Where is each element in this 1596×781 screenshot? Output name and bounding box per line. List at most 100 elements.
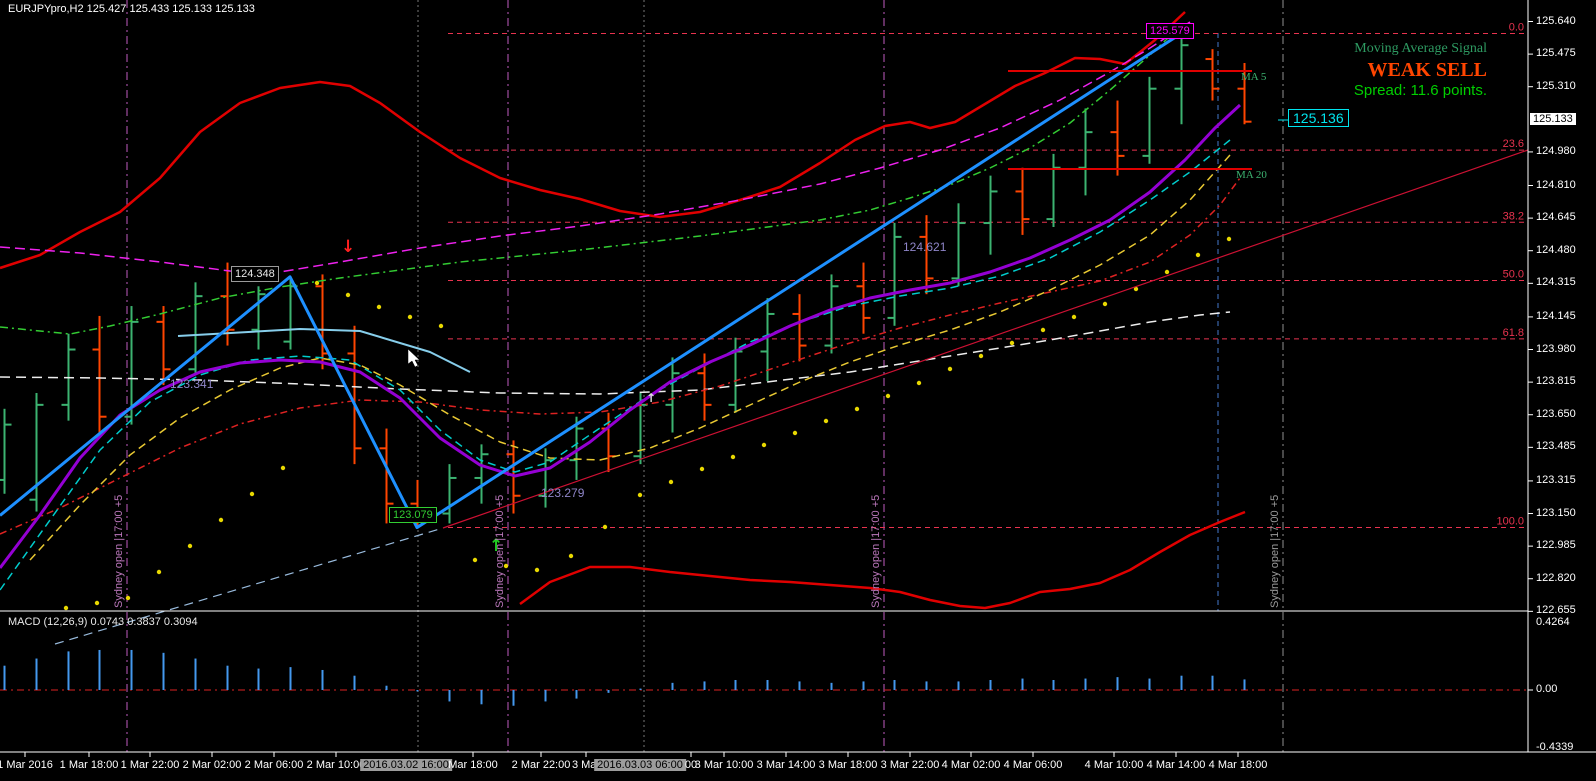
sell-arrow: ↓ xyxy=(341,237,355,257)
fib-label-100.0: 100.0 xyxy=(1496,516,1524,528)
psar-dot xyxy=(408,315,412,319)
current-price-box: 125.136 xyxy=(1288,109,1349,127)
psar-dot xyxy=(1103,302,1107,306)
time-axis-label: 4 Mar 06:00 xyxy=(1004,759,1063,771)
ma5-label: MA 5 xyxy=(1241,71,1266,83)
psar-dot xyxy=(855,407,859,411)
psar-dot xyxy=(731,455,735,459)
psar-dot xyxy=(1041,328,1045,332)
psar-dot xyxy=(377,305,381,309)
fib-label-23.6: 23.6 xyxy=(1503,138,1524,150)
psar-dot xyxy=(219,518,223,522)
psar-dot xyxy=(917,381,921,385)
bollinger-lower xyxy=(520,512,1245,608)
psar-dot xyxy=(824,419,828,423)
psar-dot xyxy=(948,367,952,371)
time-axis-label: 2 Mar 10:00 xyxy=(307,759,366,771)
time-axis-anchor-label: 2016.03.02 16:00 xyxy=(360,759,452,771)
psar-dot xyxy=(569,554,573,558)
price-axis-label: 123.485 xyxy=(1536,440,1576,452)
price-axis-label: 123.150 xyxy=(1536,507,1576,519)
time-axis-label: 3 Mar 14:00 xyxy=(757,759,816,771)
time-axis-label: 2 Mar 02:00 xyxy=(183,759,242,771)
price-axis-current-label: 125.133 xyxy=(1530,113,1576,125)
ma-magenta xyxy=(0,22,1190,272)
psar-dot xyxy=(762,443,766,447)
psar-dot xyxy=(700,467,704,471)
psar-dot xyxy=(1227,237,1231,241)
time-axis-label: 4 Mar 10:00 xyxy=(1085,759,1144,771)
zigzag-peak-label: 124.348 xyxy=(231,266,279,282)
price-axis-label: 125.310 xyxy=(1536,80,1576,92)
zigzag-high-label: 125.579 xyxy=(1146,23,1194,39)
trading-chart-window: { "window": { "title": "EURJPYpro,H2 125… xyxy=(0,0,1596,781)
time-axis-label: Mar 18:00 xyxy=(448,759,498,771)
time-axis-label: 4 Mar 02:00 xyxy=(942,759,1001,771)
macd-axis-zero: 0.00 xyxy=(1536,683,1557,695)
psar-dot xyxy=(979,354,983,358)
psar-dot xyxy=(188,544,192,548)
psar-dot xyxy=(95,601,99,605)
psar-dot xyxy=(1010,341,1014,345)
price-text-124621: 124.621 xyxy=(903,240,946,254)
macd-axis-bottom: -0.4339 xyxy=(1536,741,1573,753)
psar-dot xyxy=(473,558,477,562)
price-axis-label: 123.650 xyxy=(1536,408,1576,420)
ma-yellow xyxy=(30,155,1230,560)
fib-label-0.0: 0.0 xyxy=(1509,22,1524,34)
ma-green xyxy=(0,22,1185,334)
price-axis-label: 122.985 xyxy=(1536,539,1576,551)
sydney-open-label-1: Sydney open |17:00 +5 xyxy=(494,495,506,608)
macd-indicator-label: MACD (12,26,9) 0.0743 0.3837 0.3094 xyxy=(8,616,198,628)
price-text-123279: 123.279 xyxy=(541,486,584,500)
time-axis-label: 3 Mar 10:00 xyxy=(695,759,754,771)
signal-panel-spread: Spread: 11.6 points. xyxy=(1354,82,1487,99)
time-axis-label: 1 Mar 18:00 xyxy=(60,759,119,771)
sydney-open-label-2: Sydney open |17:00 +5 xyxy=(870,495,882,608)
time-axis-label: 1 Mar 22:00 xyxy=(121,759,180,771)
time-axis-label: 4 Mar 14:00 xyxy=(1147,759,1206,771)
price-axis-label: 123.980 xyxy=(1536,343,1576,355)
price-axis-label: 124.810 xyxy=(1536,179,1576,191)
time-axis-label: 4 Mar 18:00 xyxy=(1209,759,1268,771)
price-axis-label: 124.315 xyxy=(1536,276,1576,288)
psar-dot xyxy=(603,525,607,529)
psar-dot xyxy=(64,606,68,610)
psar-dot xyxy=(281,466,285,470)
time-axis-label: 1 Mar 2016 xyxy=(0,759,53,771)
chart-canvas[interactable]: 0.023.638.250.061.8100.0↓↑↑ xyxy=(0,0,1596,781)
bollinger-upper xyxy=(0,12,1185,268)
window-title: EURJPYpro,H2 125.427 125.433 125.133 125… xyxy=(8,3,255,15)
fib-label-61.8: 61.8 xyxy=(1503,327,1524,339)
line-powderblue xyxy=(178,329,470,372)
price-text-123341: 123.341 xyxy=(170,377,213,391)
price-axis-label: 124.645 xyxy=(1536,211,1576,223)
psar-dot xyxy=(535,568,539,572)
white-arrow: ↑ xyxy=(646,391,656,405)
time-axis-label: 3 Mar 18:00 xyxy=(819,759,878,771)
price-axis-label: 124.480 xyxy=(1536,244,1576,256)
price-axis-label: 124.145 xyxy=(1536,310,1576,322)
psar-dot xyxy=(1196,253,1200,257)
sydney-open-label-0: Sydney open |17:00 +5 xyxy=(113,495,125,608)
psar-dot xyxy=(439,324,443,328)
price-axis-label: 125.475 xyxy=(1536,47,1576,59)
price-axis-label: 123.315 xyxy=(1536,474,1576,486)
ma-red xyxy=(0,178,1240,534)
price-axis-label: 122.655 xyxy=(1536,604,1576,616)
macd-axis-top: 0.4264 xyxy=(1536,616,1570,628)
psar-dot xyxy=(1165,270,1169,274)
psar-dot xyxy=(157,570,161,574)
zigzag-low-label: 123.079 xyxy=(389,507,437,523)
signal-panel-title: Moving Average Signal xyxy=(1354,41,1487,57)
time-axis-label: 2 Mar 22:00 xyxy=(512,759,571,771)
fib-label-38.2: 38.2 xyxy=(1503,210,1524,222)
fib-label-50.0: 50.0 xyxy=(1503,269,1524,281)
time-axis-label: 2 Mar 06:00 xyxy=(245,759,304,771)
price-axis-label: 125.640 xyxy=(1536,15,1576,27)
psar-dot xyxy=(126,596,130,600)
psar-dot xyxy=(250,492,254,496)
psar-dot xyxy=(346,293,350,297)
price-axis-label: 122.820 xyxy=(1536,572,1576,584)
psar-dot xyxy=(886,394,890,398)
